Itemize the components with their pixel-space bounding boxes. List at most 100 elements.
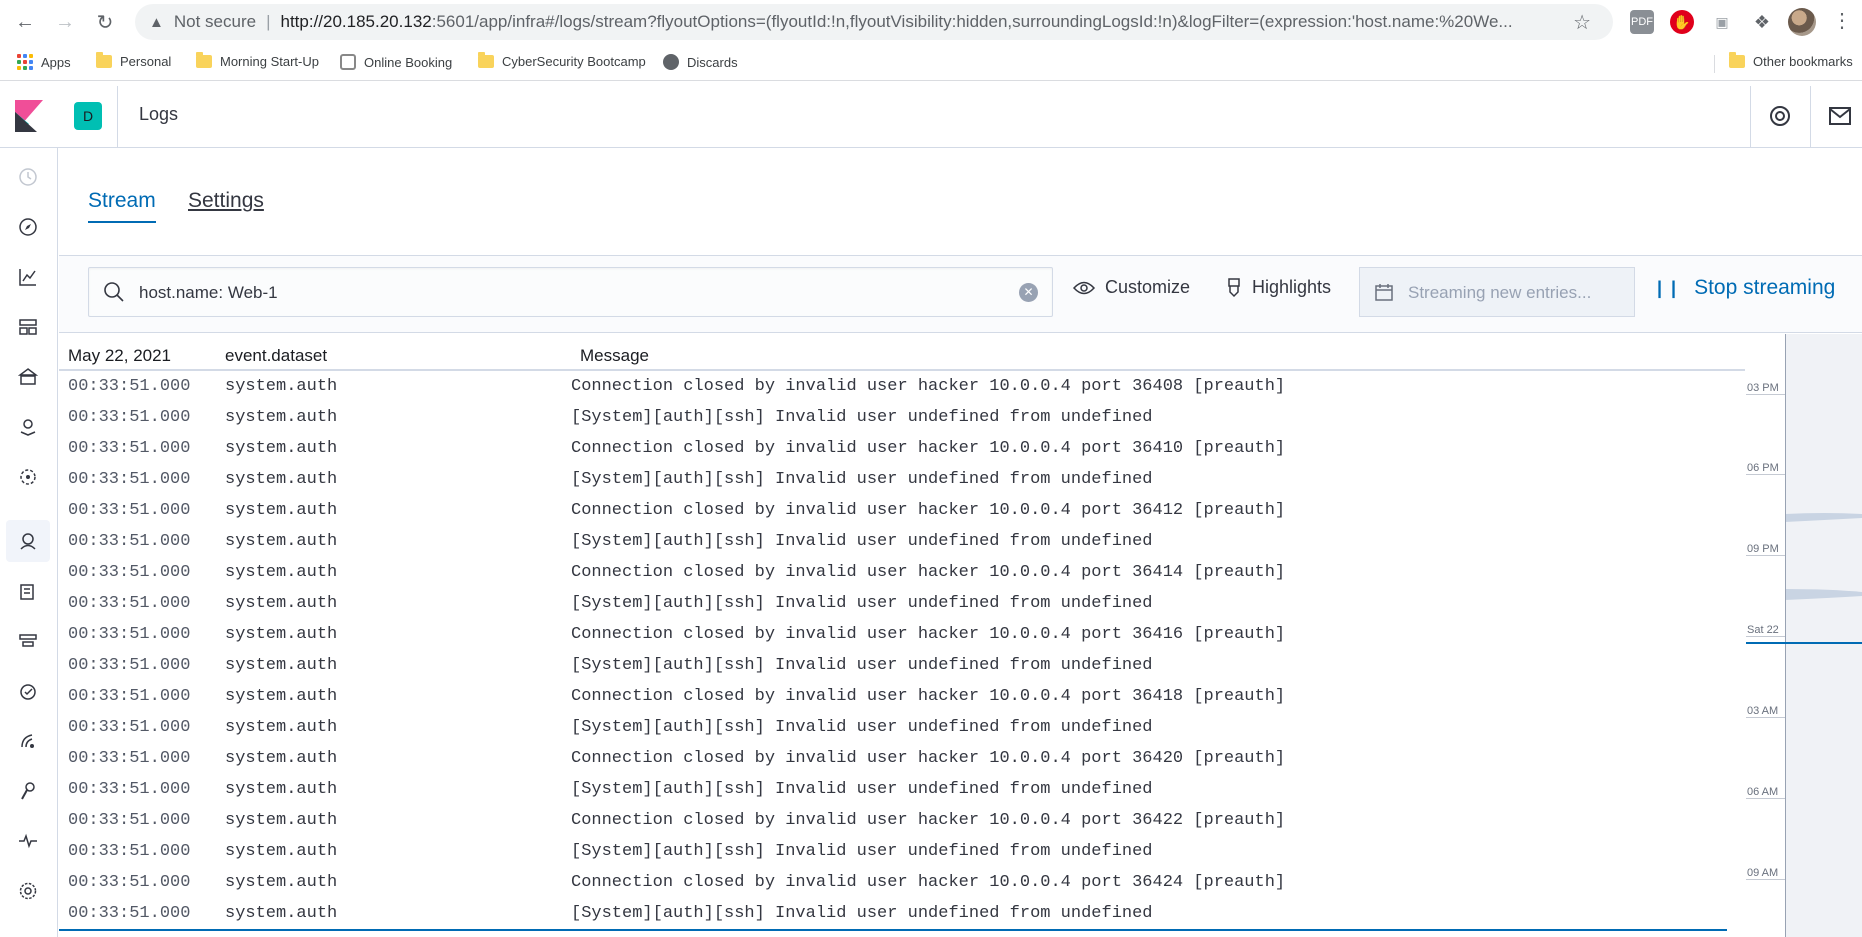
log-row[interactable]: 00:33:51.000 system.auth Connection closed… [59, 372, 1745, 403]
bookmark-other[interactable]: Other bookmarks [1729, 52, 1853, 69]
customize-button[interactable]: Customize [1073, 277, 1190, 298]
log-row[interactable]: 00:33:51.000 system.auth Connection closed… [59, 434, 1745, 465]
log-row[interactable]: 00:33:51.000 system.auth [System][auth][ss… [59, 651, 1745, 682]
log-row[interactable]: 00:33:51.000 system.auth Connection closed… [59, 682, 1745, 713]
streaming-date-field[interactable]: Streaming new entries... [1359, 267, 1635, 317]
log-timestamp: 00:33:51.000 [68, 470, 191, 489]
address-bar[interactable]: ▲ Not secure | http://20.185.20.132 :560… [135, 4, 1613, 40]
log-dataset: system.auth [225, 377, 338, 396]
bookmark-star-icon[interactable]: ☆ [1573, 10, 1591, 35]
browser-toolbar: ← → ↻ ▲ Not secure | http://20.185.20.13… [0, 0, 1862, 45]
kibana-logo-icon[interactable] [15, 100, 43, 132]
log-dataset: system.auth [225, 563, 338, 582]
log-dataset: system.auth [225, 594, 338, 613]
puzzle-extensions-icon[interactable]: ❖ [1750, 10, 1774, 34]
adblock-extension-icon[interactable]: ✋ [1670, 10, 1694, 34]
maps-icon[interactable] [15, 414, 41, 440]
log-message: [System][auth][ssh] Invalid user undefin… [571, 904, 1153, 923]
log-row[interactable]: 00:33:51.000 system.auth Connection closed… [59, 496, 1745, 527]
help-lifebuoy-icon[interactable] [1768, 104, 1792, 128]
log-row[interactable]: 00:33:51.000 system.auth [System][auth][ss… [59, 899, 1745, 930]
bookmark-apps[interactable]: Apps [17, 54, 71, 70]
siem-icon[interactable] [15, 728, 41, 754]
forward-arrow-icon[interactable]: → [50, 7, 80, 37]
pdf-extension-icon[interactable]: PDF [1630, 10, 1654, 34]
column-header-dataset[interactable]: event.dataset [225, 346, 327, 366]
bookmarks-bar: Apps Personal Morning Start-Up Online Bo… [0, 45, 1862, 81]
log-row[interactable]: 00:33:51.000 system.auth [System][auth][ss… [59, 403, 1745, 434]
machine-learning-icon[interactable] [15, 464, 41, 490]
not-secure-label: Not secure [173, 12, 257, 31]
log-row[interactable]: 00:33:51.000 system.auth [System][auth][ss… [59, 837, 1745, 868]
tab-settings[interactable]: Settings [188, 189, 264, 221]
visualize-chart-icon[interactable] [15, 264, 41, 290]
log-message: Connection closed by invalid user hacker… [571, 873, 1286, 892]
bookmark-label: CyberSecurity Bootcamp [502, 54, 646, 69]
monitoring-heartbeat-icon[interactable] [15, 828, 41, 854]
minimap-time-label: 03 PM [1747, 382, 1779, 394]
tab-stream[interactable]: Stream [88, 189, 156, 223]
space-avatar[interactable]: D [74, 102, 102, 130]
screenshot-extension-icon[interactable]: ▣ [1710, 10, 1734, 34]
log-message: [System][auth][ssh] Invalid user undefin… [571, 594, 1153, 613]
infrastructure-icon[interactable] [15, 528, 41, 554]
log-table-header: May 22, 2021 event.dataset Message [59, 334, 1745, 371]
log-row[interactable]: 00:33:51.000 system.auth [System][auth][ss… [59, 775, 1745, 806]
bookmark-cybersecurity-bootcamp[interactable]: CyberSecurity Bootcamp [478, 52, 646, 69]
logs-main: Stream Settings ✕ Customize Highlights [59, 149, 1862, 937]
log-dataset: system.auth [225, 501, 338, 520]
log-row[interactable]: 00:33:51.000 system.auth Connection closed… [59, 620, 1745, 651]
log-dataset: system.auth [225, 625, 338, 644]
reload-icon[interactable]: ↻ [90, 7, 120, 37]
minimap-tick [1746, 394, 1785, 395]
minimap-tick [1746, 636, 1785, 637]
clear-search-icon[interactable]: ✕ [1019, 283, 1038, 302]
search-icon [104, 282, 124, 302]
apm-icon[interactable] [15, 628, 41, 654]
bookmark-morning-start-up[interactable]: Morning Start-Up [196, 52, 319, 69]
stop-streaming-button[interactable]: | | Stop streaming [1657, 276, 1835, 300]
back-arrow-icon[interactable]: ← [10, 7, 40, 37]
log-row[interactable]: 00:33:51.000 system.auth Connection closed… [59, 806, 1745, 837]
log-minimap[interactable]: 03 PM 06 PM 09 PM Sat 22 03 AM 06 AM 09 AM [1745, 334, 1862, 937]
mail-icon[interactable] [1828, 104, 1852, 128]
log-row[interactable]: 00:33:51.000 system.auth [System][auth][ss… [59, 589, 1745, 620]
log-row[interactable]: 00:33:51.000 system.auth Connection closed… [59, 868, 1745, 899]
dev-tools-wrench-icon[interactable] [15, 778, 41, 804]
bookmark-personal[interactable]: Personal [96, 52, 171, 69]
search-box[interactable]: ✕ [88, 267, 1053, 317]
log-dataset: system.auth [225, 811, 338, 830]
canvas-icon[interactable] [15, 364, 41, 390]
log-message: [System][auth][ssh] Invalid user undefin… [571, 532, 1153, 551]
minimap-time-label: Sat 22 [1747, 624, 1779, 636]
log-message: Connection closed by invalid user hacker… [571, 687, 1286, 706]
dashboard-icon[interactable] [15, 314, 41, 340]
bookmark-label: Apps [41, 54, 71, 70]
log-message: [System][auth][ssh] Invalid user undefin… [571, 780, 1153, 799]
search-input[interactable] [139, 280, 979, 306]
calendar-icon [1375, 284, 1393, 301]
minimap-time-label: 06 PM [1747, 462, 1779, 474]
log-row[interactable]: 00:33:51.000 system.auth Connection closed… [59, 744, 1745, 775]
discover-compass-icon[interactable] [15, 214, 41, 240]
column-header-message[interactable]: Message [580, 346, 649, 366]
profile-avatar[interactable] [1788, 8, 1816, 36]
bookmark-discards[interactable]: Discards [663, 54, 738, 70]
log-timestamp: 00:33:51.000 [68, 408, 191, 427]
uptime-icon[interactable] [15, 678, 41, 704]
log-message: [System][auth][ssh] Invalid user undefin… [571, 718, 1153, 737]
log-row[interactable]: 00:33:51.000 system.auth [System][auth][ss… [59, 713, 1745, 744]
logs-icon[interactable] [15, 578, 41, 604]
bookmark-online-booking[interactable]: Online Booking [340, 54, 452, 70]
log-row[interactable]: 00:33:51.000 system.auth [System][auth][ss… [59, 465, 1745, 496]
side-navigation [0, 148, 58, 937]
log-row[interactable]: 00:33:51.000 system.auth [System][auth][ss… [59, 527, 1745, 558]
browser-menu-icon[interactable]: ⋮ [1832, 8, 1852, 33]
recently-viewed-clock-icon[interactable] [15, 164, 41, 190]
log-dataset: system.auth [225, 687, 338, 706]
management-gear-icon[interactable] [15, 878, 41, 904]
highlights-button[interactable]: Highlights [1226, 277, 1331, 298]
minimap-tick [1746, 555, 1785, 556]
log-row[interactable]: 00:33:51.000 system.auth Connection closed… [59, 558, 1745, 589]
minimap-tick [1746, 474, 1785, 475]
